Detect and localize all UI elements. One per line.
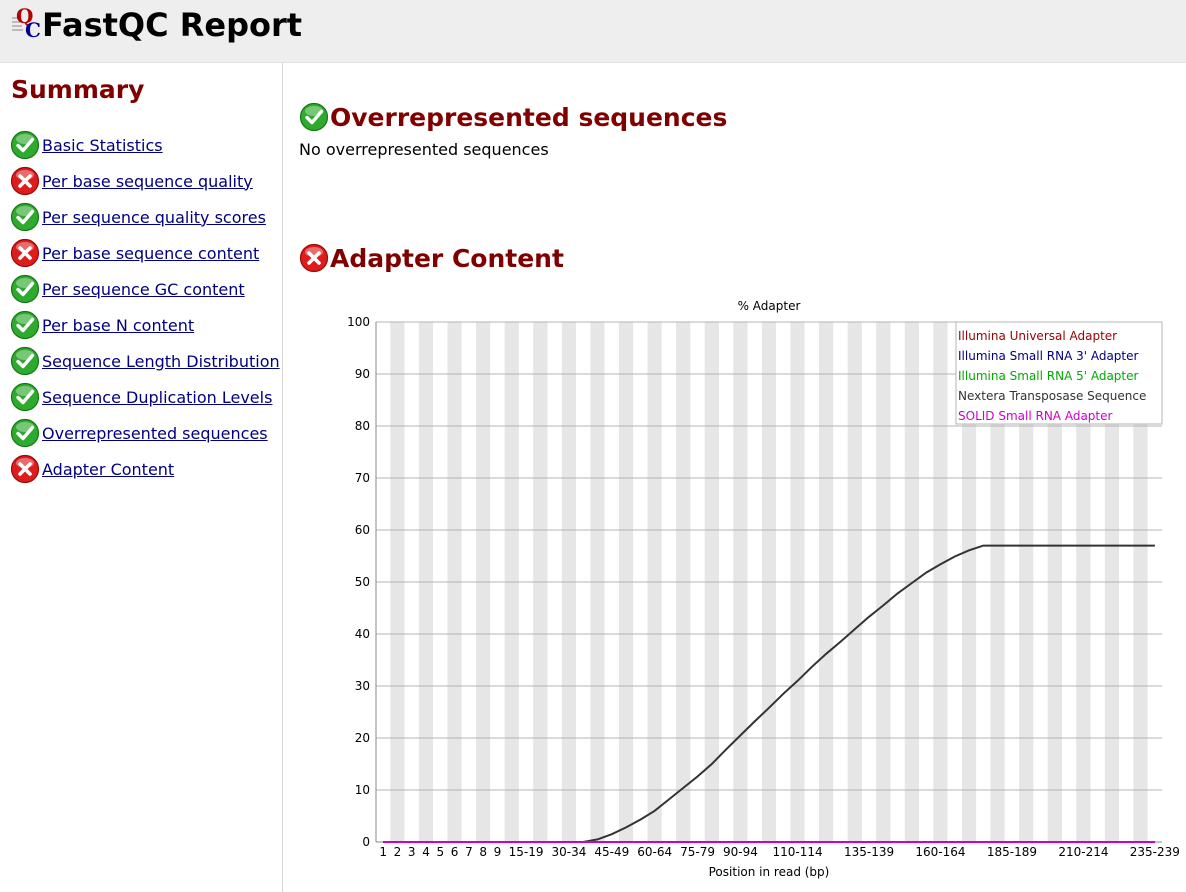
x-tick-label: 4 (422, 845, 430, 859)
x-tick-label: 185-189 (987, 845, 1037, 859)
summary-link[interactable]: Per sequence quality scores (42, 208, 266, 227)
legend-entry: SOLID Small RNA Adapter (958, 409, 1112, 423)
x-axis-label: Position in read (bp) (709, 865, 830, 879)
summary-link[interactable]: Overrepresented sequences (42, 424, 268, 443)
summary-item: Per sequence quality scores (10, 199, 280, 235)
y-tick-label: 90 (355, 367, 370, 381)
summary-link[interactable]: Adapter Content (42, 460, 174, 479)
legend-entry: Nextera Transposase Sequence (958, 389, 1146, 403)
summary-link[interactable]: Per base sequence content (42, 244, 259, 263)
y-tick-label: 40 (355, 627, 370, 641)
pass-icon (10, 310, 40, 340)
y-tick-label: 0 (362, 835, 370, 849)
x-tick-label: 9 (494, 845, 502, 859)
x-tick-label: 2 (394, 845, 402, 859)
x-tick-label: 3 (408, 845, 416, 859)
report-header: Q C FastQC Report (0, 0, 1186, 63)
fail-icon (10, 454, 40, 484)
summary-item: Overrepresented sequences (10, 415, 280, 451)
x-tick-label: 7 (465, 845, 473, 859)
summary-item: Per base N content (10, 307, 280, 343)
x-tick-label: 8 (479, 845, 487, 859)
summary-link[interactable]: Per base N content (42, 316, 194, 335)
x-tick-label: 110-114 (773, 845, 823, 859)
x-tick-label: 90-94 (723, 845, 758, 859)
y-tick-label: 100 (347, 315, 370, 329)
legend-entry: Illumina Universal Adapter (958, 329, 1117, 343)
pass-icon (10, 418, 40, 448)
pass-icon (10, 130, 40, 160)
x-tick-label: 5 (436, 845, 444, 859)
summary-link[interactable]: Per base sequence quality (42, 172, 253, 191)
pass-icon (10, 382, 40, 412)
x-tick-label: 60-64 (637, 845, 672, 859)
summary-link[interactable]: Per sequence GC content (42, 280, 245, 299)
adapter-section-heading: Adapter Content (299, 243, 564, 273)
y-tick-label: 60 (355, 523, 370, 537)
x-tick-label: 30-34 (551, 845, 586, 859)
report-title: FastQC Report (42, 6, 303, 44)
summary-link[interactable]: Basic Statistics (42, 136, 163, 155)
x-tick-label: 6 (451, 845, 459, 859)
pass-icon (10, 274, 40, 304)
x-tick-label: 235-239 (1130, 845, 1180, 859)
overrepresented-section-heading: Overrepresented sequences (299, 102, 727, 132)
summary-item: Sequence Length Distribution (10, 343, 280, 379)
y-tick-label: 50 (355, 575, 370, 589)
summary-item: Per base sequence content (10, 235, 280, 271)
fail-icon (10, 238, 40, 268)
x-tick-label: 75-79 (680, 845, 715, 859)
summary-sidebar: Summary Basic Statistics Per base sequenc… (0, 63, 283, 892)
summary-link[interactable]: Sequence Duplication Levels (42, 388, 272, 407)
summary-item: Per base sequence quality (10, 163, 280, 199)
pass-icon (299, 102, 329, 132)
y-tick-label: 80 (355, 419, 370, 433)
summary-list: Basic Statistics Per base sequence qualit… (10, 127, 280, 487)
x-tick-label: 15-19 (509, 845, 544, 859)
summary-heading: Summary (11, 75, 145, 104)
pass-icon (10, 202, 40, 232)
fail-icon (299, 243, 329, 273)
adapter-title: Adapter Content (330, 243, 564, 273)
chart-title: % Adapter (738, 299, 801, 313)
x-tick-label: 160-164 (915, 845, 965, 859)
fastqc-logo-icon: Q C (12, 6, 41, 40)
summary-link[interactable]: Sequence Length Distribution (42, 352, 280, 371)
overrepresented-title: Overrepresented sequences (330, 102, 728, 132)
summary-item: Sequence Duplication Levels (10, 379, 280, 415)
summary-item: Basic Statistics (10, 127, 280, 163)
legend-entry: Illumina Small RNA 3' Adapter (958, 349, 1139, 363)
x-tick-label: 1 (379, 845, 387, 859)
summary-item: Adapter Content (10, 451, 280, 487)
pass-icon (10, 346, 40, 376)
adapter-content-chart: % Adapter01020304050607080901001 2 3 4 5 6 7 8 9… (347, 299, 1180, 879)
x-tick-label: 45-49 (594, 845, 629, 859)
x-tick-label: 135-139 (844, 845, 894, 859)
fail-icon (10, 166, 40, 196)
x-tick-label: 210-214 (1058, 845, 1108, 859)
y-tick-label: 20 (355, 731, 370, 745)
svg-text:C: C (25, 18, 41, 40)
legend-entry: Illumina Small RNA 5' Adapter (958, 369, 1139, 383)
y-tick-label: 10 (355, 783, 370, 797)
y-tick-label: 30 (355, 679, 370, 693)
y-tick-label: 70 (355, 471, 370, 485)
summary-item: Per sequence GC content (10, 271, 280, 307)
overrepresented-message: No overrepresented sequences (299, 140, 549, 159)
